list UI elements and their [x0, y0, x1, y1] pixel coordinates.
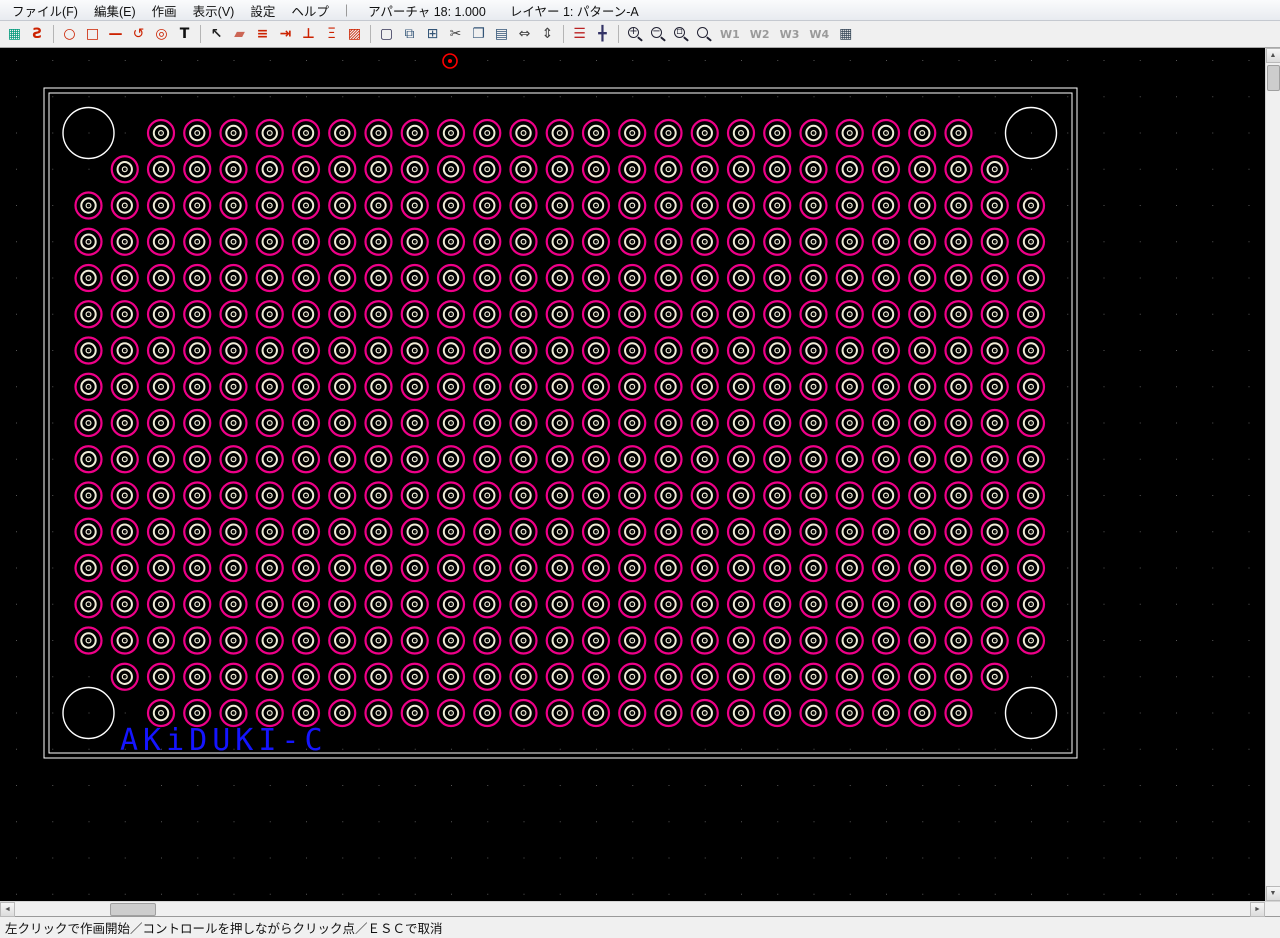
zoom-out-icon[interactable]: − — [647, 24, 668, 45]
board-label: AKiDUKI-C — [120, 723, 328, 758]
horizontal-scrollbar[interactable]: ◄ ► — [0, 901, 1265, 917]
w2-button[interactable]: W2 — [746, 24, 774, 45]
origin-marker-dot — [448, 59, 452, 63]
horizontal-scroll-thumb[interactable] — [110, 902, 156, 916]
move-tool-icon[interactable]: ↖ — [206, 24, 227, 45]
stretch-h-icon[interactable]: ⇔ — [514, 24, 535, 45]
fill-tool-icon[interactable]: ▨ — [344, 24, 365, 45]
check-list-icon[interactable]: ☰ — [569, 24, 590, 45]
copy-icon[interactable]: ❐ — [468, 24, 489, 45]
menu-file[interactable]: ファイル(F) — [4, 0, 86, 22]
w1-button[interactable]: W1 — [716, 24, 744, 45]
copy-tool-icon[interactable]: ≡ — [252, 24, 273, 45]
menu-help[interactable]: ヘルプ — [283, 0, 337, 22]
grid-dots — [16, 60, 1250, 895]
toolbar-separator — [53, 25, 54, 43]
zoom-full-icon[interactable] — [693, 24, 714, 45]
toolbar-separator — [200, 25, 201, 43]
dup-window-icon[interactable]: ⧉ — [399, 24, 420, 45]
delete-tool-icon[interactable]: ▰ — [229, 24, 250, 45]
layer-status: レイヤー 1: パターン-A — [509, 4, 639, 19]
paste-icon[interactable]: ▤ — [491, 24, 512, 45]
group-tool-icon[interactable]: Ξ — [321, 24, 342, 45]
aperture-status: アパーチャ 18: 1.000 — [368, 4, 486, 19]
select-rect-icon[interactable]: ▢ — [376, 24, 397, 45]
toolbar-separator — [618, 25, 619, 43]
vertical-scrollbar[interactable]: ▲ ▼ — [1265, 48, 1280, 901]
split-window-icon[interactable]: ⊞ — [422, 24, 443, 45]
toolbar: ▦ Ƨ ○ □ — ↺ ◎ T ↖ ▰ ≡ ⇥ ⊥ Ξ ▨ ▢ ⧉ ⊞ ✂ ❐ ▤ ⇔ ⇕ ☰ ╋ + − ▫ W1 W2 W3 W4 ▦ — [0, 21, 1280, 48]
text-tool-icon[interactable]: T — [174, 24, 195, 45]
status-text: 左クリックで作画開始／コントロールを押しながらクリック点／ＥＳＣで取消 — [5, 922, 443, 936]
menubar: ファイル(F) 編集(E) 作画 表示(V) 設定 ヘルプ | アパーチャ 18… — [0, 0, 1280, 21]
scroll-left-button[interactable]: ◄ — [0, 901, 15, 917]
line-tool-icon[interactable]: — — [105, 24, 126, 45]
scroll-right-button[interactable]: ► — [1250, 901, 1265, 917]
menu-view[interactable]: 表示(V) — [185, 0, 243, 22]
w3-button[interactable]: W3 — [776, 24, 804, 45]
stretch-v-icon[interactable]: ⇕ — [537, 24, 558, 45]
crosshair-icon[interactable]: ╋ — [592, 24, 613, 45]
w4-button[interactable]: W4 — [805, 24, 833, 45]
mirror-tool-icon[interactable]: ⇥ — [275, 24, 296, 45]
menu-settings[interactable]: 設定 — [242, 0, 283, 22]
scroll-up-button[interactable]: ▲ — [1265, 48, 1280, 63]
board-drawing: AKiDUKI-C — [16, 53, 1250, 895]
zoom-in-icon[interactable]: + — [624, 24, 645, 45]
menu-draw[interactable]: 作画 — [144, 0, 185, 22]
pattern-tool-icon[interactable]: Ƨ — [27, 24, 48, 45]
statusbar: 左クリックで作画開始／コントロールを押しながらクリック点／ＥＳＣで取消 — [0, 916, 1280, 938]
pcb-canvas[interactable]: AKiDUKI-C — [0, 48, 1265, 901]
layer-view-icon[interactable]: ▦ — [4, 24, 25, 45]
rect-tool-icon[interactable]: □ — [82, 24, 103, 45]
cut-icon[interactable]: ✂ — [445, 24, 466, 45]
toolbar-separator — [563, 25, 564, 43]
vertical-scroll-thumb[interactable] — [1266, 65, 1280, 91]
scrollbar-corner — [1265, 901, 1280, 916]
menubar-separator: | — [344, 3, 349, 17]
zoom-area-icon[interactable]: ▫ — [670, 24, 691, 45]
circle-tool-icon[interactable]: ○ — [59, 24, 80, 45]
scroll-down-button[interactable]: ▼ — [1265, 886, 1280, 901]
toolbar-separator — [370, 25, 371, 43]
pad-tool-icon[interactable]: ◎ — [151, 24, 172, 45]
arc-tool-icon[interactable]: ↺ — [128, 24, 149, 45]
rotate-tool-icon[interactable]: ⊥ — [298, 24, 319, 45]
horizontal-scroll-track[interactable] — [15, 902, 1250, 917]
menu-edit[interactable]: 編集(E) — [86, 0, 144, 22]
grid-toggle-icon[interactable]: ▦ — [835, 24, 856, 45]
